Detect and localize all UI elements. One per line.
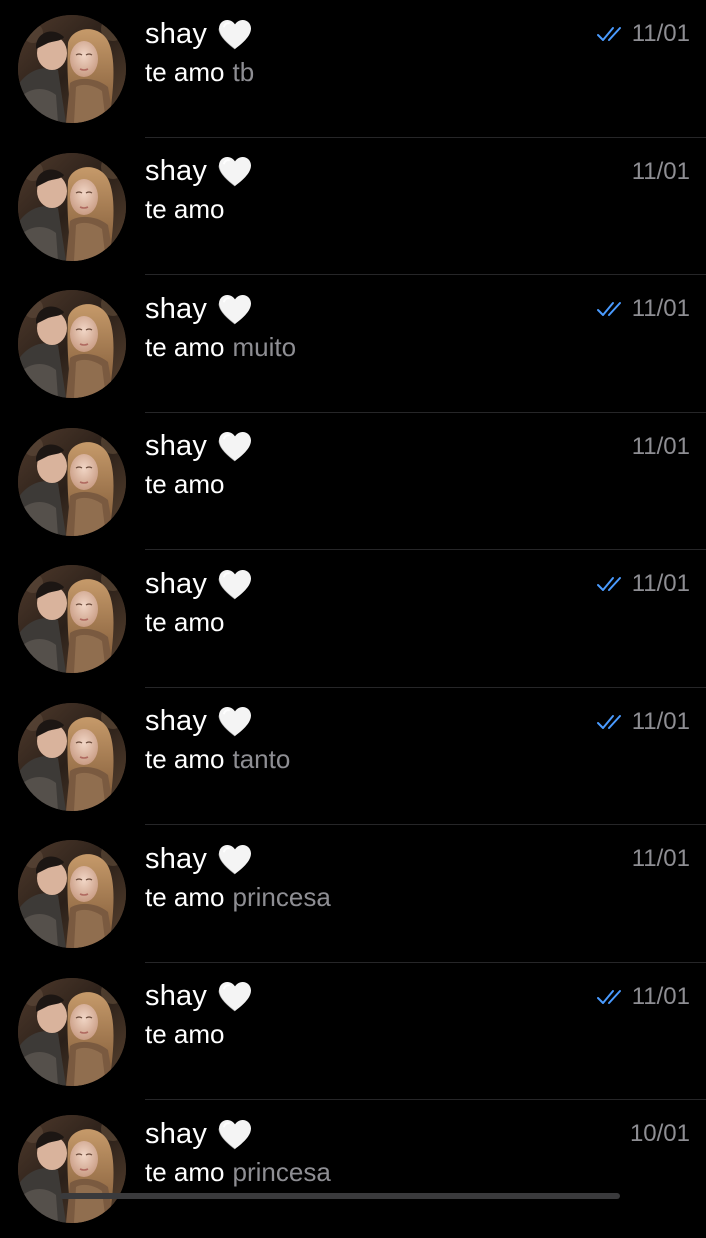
name-line: shay xyxy=(145,704,253,740)
chat-meta: 11/01 xyxy=(596,708,690,736)
white-heart-icon xyxy=(217,568,253,601)
message-time: 11/01 xyxy=(631,845,690,872)
white-heart-icon xyxy=(217,1118,253,1151)
chat-meta: 11/01 xyxy=(596,983,690,1011)
preview-text-secondary: muito xyxy=(232,331,297,362)
chat-row[interactable]: shay 11/01 te amo tanto xyxy=(0,688,706,825)
avatar[interactable] xyxy=(18,977,126,1086)
chat-row[interactable]: shay 11/01 te amo xyxy=(0,413,706,550)
white-heart-icon xyxy=(217,705,253,738)
message-preview: te amo xyxy=(145,194,225,226)
preview-text: te amo xyxy=(145,331,225,362)
avatar[interactable] xyxy=(18,427,126,536)
contact-name: shay xyxy=(145,567,208,600)
avatar[interactable] xyxy=(18,840,126,948)
preview-text-secondary: princesa xyxy=(232,881,331,912)
chat-row[interactable]: shay 11/01 te amo xyxy=(0,963,706,1100)
white-heart-icon xyxy=(217,293,253,326)
contact-name: shay xyxy=(145,17,208,50)
contact-name: shay xyxy=(145,1117,208,1150)
message-preview: te amo xyxy=(145,606,225,638)
white-heart-icon xyxy=(217,980,253,1013)
preview-text: te amo xyxy=(145,469,225,499)
avatar[interactable] xyxy=(18,702,126,811)
avatar[interactable] xyxy=(18,565,126,673)
name-line: shay xyxy=(145,16,253,52)
contact-name: shay xyxy=(145,430,208,462)
avatar[interactable] xyxy=(18,290,126,398)
chat-meta: 11/01 xyxy=(632,433,690,461)
message-time: 11/01 xyxy=(631,432,690,460)
chat-meta: 10/01 xyxy=(630,1120,690,1148)
contact-name: shay xyxy=(145,705,208,737)
name-line: shay xyxy=(145,291,253,327)
double-check-icon xyxy=(596,713,628,731)
message-preview: te amo xyxy=(145,469,225,501)
home-indicator[interactable] xyxy=(60,1193,620,1199)
message-preview: te amo princesa xyxy=(145,1156,331,1188)
preview-text: te amo xyxy=(145,881,225,912)
contact-name: shay xyxy=(145,842,208,875)
chat-meta: 11/01 xyxy=(596,20,690,48)
message-time: 11/01 xyxy=(631,157,690,185)
preview-text: te amo xyxy=(145,744,225,774)
chat-row[interactable]: shay 11/01 te amo xyxy=(0,138,706,275)
white-heart-icon xyxy=(217,18,253,51)
chat-meta: 11/01 xyxy=(596,295,690,323)
white-heart-icon xyxy=(217,430,253,463)
contact-name: shay xyxy=(145,980,208,1012)
name-line: shay xyxy=(145,154,253,190)
name-line: shay xyxy=(145,841,253,877)
name-line: shay xyxy=(145,1116,253,1152)
avatar[interactable] xyxy=(18,152,126,261)
name-line: shay xyxy=(145,429,253,465)
double-check-icon xyxy=(596,300,628,318)
double-check-icon xyxy=(596,25,628,43)
chat-row[interactable]: shay 11/01 te amo xyxy=(0,550,706,688)
preview-text: te amo xyxy=(145,1156,225,1187)
preview-text-secondary: tb xyxy=(232,56,255,87)
message-time: 11/01 xyxy=(631,570,690,597)
preview-text: te amo xyxy=(145,606,225,637)
preview-text: te amo xyxy=(145,194,225,224)
chat-row[interactable]: shay 11/01 te amo princesa xyxy=(0,825,706,963)
message-time: 11/01 xyxy=(631,982,690,1010)
double-check-icon xyxy=(596,575,628,593)
message-preview: te amo muito xyxy=(145,331,296,363)
chat-list: shay 11/01 te amo tb shay 11/01 te amo s… xyxy=(0,0,706,1223)
message-preview: te amo tb xyxy=(145,56,254,88)
name-line: shay xyxy=(145,979,253,1015)
preview-text-secondary: tanto xyxy=(232,744,291,774)
message-preview: te amo xyxy=(145,1019,225,1051)
chat-row[interactable]: shay 10/01 te amo princesa xyxy=(0,1100,706,1238)
message-preview: te amo tanto xyxy=(145,744,290,776)
white-heart-icon xyxy=(217,843,253,876)
chat-meta: 11/01 xyxy=(632,158,690,186)
contact-name: shay xyxy=(145,155,208,187)
preview-text-secondary: princesa xyxy=(232,1156,331,1187)
message-time: 10/01 xyxy=(629,1120,690,1147)
preview-text: te amo xyxy=(145,1019,225,1049)
white-heart-icon xyxy=(217,155,253,188)
message-time: 11/01 xyxy=(631,20,690,47)
avatar[interactable] xyxy=(18,1115,126,1223)
chat-meta: 11/01 xyxy=(632,845,690,873)
message-time: 11/01 xyxy=(631,707,690,735)
message-time: 11/01 xyxy=(631,295,690,322)
double-check-icon xyxy=(596,988,628,1006)
contact-name: shay xyxy=(145,292,208,325)
name-line: shay xyxy=(145,566,253,602)
chat-row[interactable]: shay 11/01 te amo tb xyxy=(0,0,706,138)
message-preview: te amo princesa xyxy=(145,881,331,913)
chat-row[interactable]: shay 11/01 te amo muito xyxy=(0,275,706,413)
chat-meta: 11/01 xyxy=(596,570,690,598)
avatar[interactable] xyxy=(18,15,126,123)
preview-text: te amo xyxy=(145,56,225,87)
